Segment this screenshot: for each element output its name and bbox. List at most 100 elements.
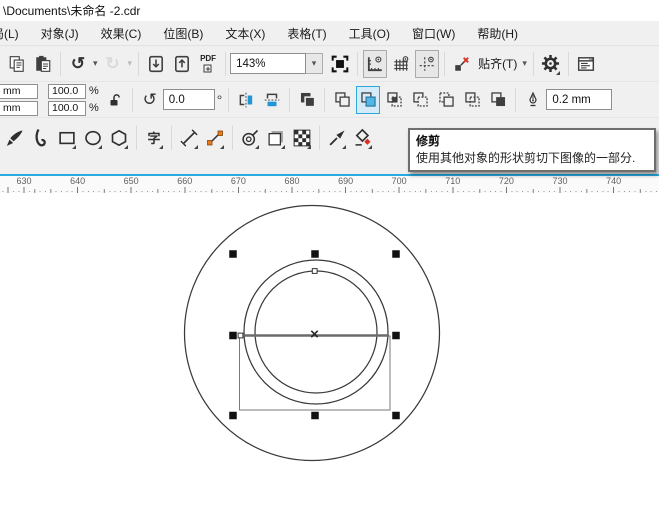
transparency-tool[interactable] — [290, 124, 314, 152]
scale-h-percent: % — [89, 85, 99, 97]
selection-handle[interactable] — [229, 331, 237, 340]
selection-handle[interactable] — [311, 250, 319, 258]
pen-nib-icon — [529, 91, 537, 106]
rulers-toggle-button[interactable] — [363, 49, 388, 78]
menu-item-layout[interactable]: 布局(L) — [0, 21, 30, 45]
menu-item-window[interactable]: 窗口(W) — [401, 21, 466, 45]
eyedropper-tool[interactable] — [325, 124, 349, 152]
publish-pdf-button[interactable]: PDF — [196, 50, 220, 78]
menu-item-effects[interactable]: 效果(C) — [90, 21, 153, 45]
connector-icon — [207, 130, 223, 145]
redo-button[interactable]: ↻ — [101, 50, 125, 78]
launch-dialog-button[interactable] — [574, 50, 598, 78]
intersect-button[interactable] — [382, 86, 406, 114]
mirror-vertical-button[interactable] — [260, 86, 284, 114]
menu-item-table[interactable]: 表格(T) — [276, 21, 337, 45]
drawing-canvas[interactable] — [0, 193, 659, 527]
boundary-button[interactable] — [486, 86, 510, 114]
curve-node[interactable] — [311, 268, 318, 274]
redo-dropdown-caret[interactable]: ▾ — [126, 58, 135, 69]
undo-icon: ↺ — [70, 54, 86, 73]
interactive-fill-tool[interactable] — [351, 124, 375, 152]
mirror-horizontal-button[interactable] — [234, 86, 258, 114]
scale-h-field[interactable]: 100.0 — [48, 83, 86, 99]
ruler-icon — [367, 55, 382, 71]
paste-button[interactable] — [31, 50, 55, 78]
outline-pen-button[interactable] — [521, 86, 545, 114]
menu-item-help[interactable]: 帮助(H) — [466, 21, 529, 45]
zoom-level-field[interactable]: 143% — [230, 53, 307, 74]
ruler-number: 650 — [123, 176, 139, 186]
outer-circle[interactable] — [183, 204, 441, 462]
import-icon — [149, 55, 164, 72]
remove-back-icon — [439, 92, 454, 107]
menu-item-object[interactable]: 对象(J) — [30, 21, 90, 45]
menu-item-bitmaps[interactable]: 位图(B) — [152, 21, 214, 45]
guidelines-toggle-button[interactable] — [415, 49, 440, 78]
remove-back-button[interactable] — [434, 86, 458, 114]
rotation-angle-field[interactable]: 0.0 — [162, 89, 215, 110]
snap-to-label[interactable]: 贴齐(T) — [475, 55, 520, 72]
snap-off-button[interactable] — [450, 50, 474, 78]
degree-symbol: ° — [216, 91, 223, 108]
simplify-button[interactable] — [408, 86, 432, 114]
object-order-button[interactable] — [295, 86, 319, 114]
copy-icon — [9, 55, 24, 72]
selection-handle[interactable] — [311, 411, 319, 420]
ellipse-tool[interactable] — [81, 124, 105, 152]
remove-front-button[interactable] — [460, 86, 484, 114]
canvas-artwork — [183, 204, 441, 462]
weld-button[interactable] — [330, 86, 354, 114]
gear-icon — [542, 54, 560, 73]
intersect-icon — [387, 92, 402, 107]
selection-handle[interactable] — [392, 331, 400, 340]
scale-v-field[interactable]: 100.0 — [48, 100, 86, 116]
horizontal-ruler[interactable]: 630 640 650 660 670 680 690 700 710 720 730 740 — [0, 176, 659, 193]
outline-width-field[interactable]: 0.2 mm — [546, 89, 613, 110]
trim-button[interactable] — [356, 85, 381, 114]
rectangle-tool[interactable] — [55, 124, 79, 152]
transparency-checker-icon — [293, 129, 311, 146]
zoom-dropdown-button[interactable]: ▾ — [306, 53, 324, 74]
export-button[interactable] — [170, 50, 194, 78]
tooltip-description: 使用其他对象的形状剪切下图像的一部分. — [416, 151, 636, 165]
undo-dropdown-caret[interactable]: ▾ — [91, 58, 100, 69]
full-screen-preview-button[interactable] — [328, 50, 352, 78]
standard-toolbar: ↺ ▾ ↻ ▾ PDF 143% ▾ 贴齐(T) ▾ — [0, 46, 659, 82]
undo-button[interactable]: ↺ — [66, 50, 90, 78]
snap-dropdown-caret[interactable]: ▾ — [520, 58, 529, 69]
dimension-tool[interactable] — [177, 124, 201, 152]
pdf-label: PDF — [200, 53, 217, 63]
snap-off-icon — [455, 56, 469, 71]
selection-handle[interactable] — [229, 250, 237, 258]
export-icon — [175, 55, 190, 72]
selection-handle[interactable] — [229, 411, 237, 420]
menu-item-tools[interactable]: 工具(O) — [338, 21, 401, 45]
trim-tooltip: 修剪 使用其他对象的形状剪切下图像的一部分. — [408, 128, 656, 172]
object-height-field[interactable]: mm — [0, 100, 38, 116]
trim-icon — [361, 92, 376, 107]
text-tool[interactable]: 字 — [142, 124, 166, 152]
curve-node[interactable] — [237, 332, 244, 339]
selection-rectangle[interactable] — [239, 335, 391, 411]
options-button[interactable] — [539, 50, 563, 78]
selection-handle[interactable] — [392, 411, 400, 420]
contour-tool[interactable] — [238, 124, 262, 152]
brush-tool[interactable] — [3, 124, 27, 152]
lock-ratio-button[interactable] — [103, 86, 127, 114]
selection-handle[interactable] — [392, 250, 400, 258]
import-button[interactable] — [144, 50, 168, 78]
shape-tool[interactable] — [29, 124, 53, 152]
remove-front-icon — [465, 92, 480, 107]
grid-toggle-button[interactable] — [389, 50, 413, 78]
copy-button[interactable] — [5, 50, 29, 78]
rotation-icon: ↺ — [142, 90, 157, 109]
menu-item-text[interactable]: 文本(X) — [214, 21, 276, 45]
ruler-number: 680 — [284, 176, 300, 186]
connector-tool[interactable] — [203, 124, 227, 152]
shadow-tool[interactable] — [264, 124, 288, 152]
ruler-number: 670 — [230, 176, 246, 186]
corel-draw-window: \Documents\未命名 -2.cdr 布局(L)对象(J)效果(C)位图(… — [0, 0, 659, 527]
polygon-tool[interactable] — [107, 124, 131, 152]
object-width-field[interactable]: mm — [0, 83, 38, 99]
